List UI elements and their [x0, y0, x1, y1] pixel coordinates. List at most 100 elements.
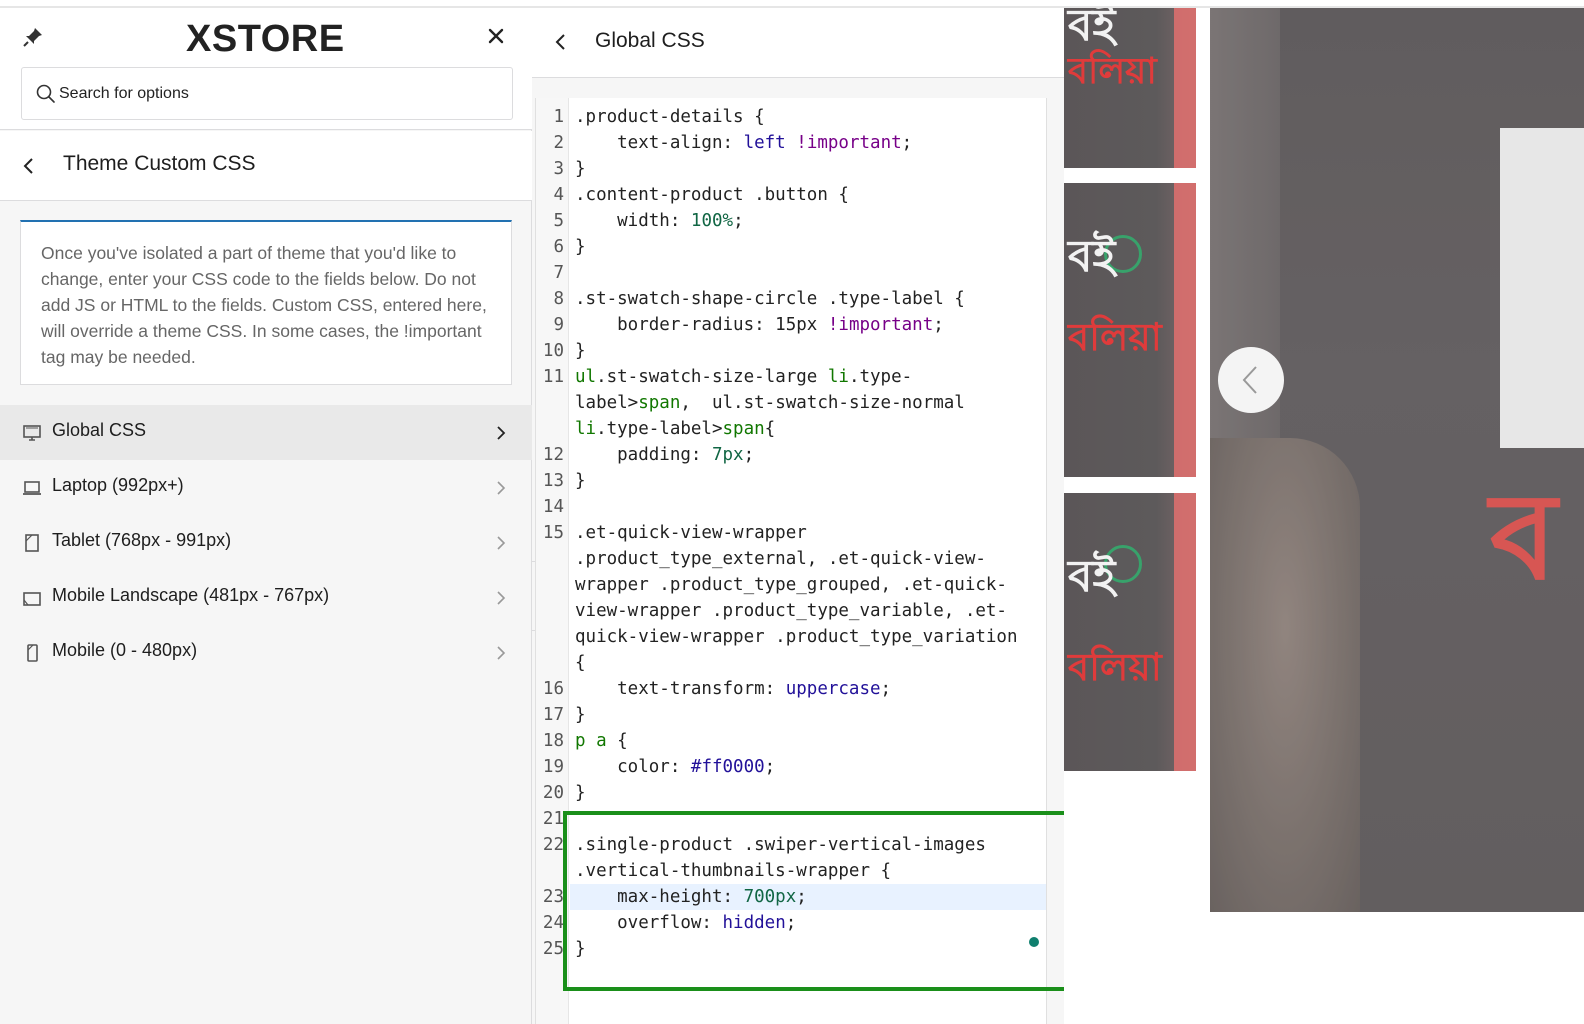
- chevron-left-icon: [1242, 366, 1257, 394]
- menu-item-label: Tablet (768px - 991px): [52, 530, 232, 550]
- back-arrow-icon[interactable]: [18, 155, 40, 177]
- editor-header: Global CSS: [532, 8, 1064, 78]
- chevron-right-icon: [497, 426, 506, 440]
- menu-item-tablet[interactable]: Tablet (768px - 991px): [0, 515, 532, 570]
- search-input[interactable]: [59, 81, 499, 107]
- section-header: Theme Custom CSS: [0, 131, 532, 201]
- code-text: }: [575, 237, 586, 257]
- line-number: 17: [542, 705, 564, 725]
- line-number: 5: [553, 211, 564, 231]
- line-number: 1: [553, 107, 564, 127]
- line-number: 3: [553, 159, 564, 179]
- editor-title: Global CSS: [595, 29, 705, 52]
- top-border: [0, 0, 1584, 8]
- customizer-sidebar: XSTORE Theme Custom CSS Once you've isol…: [0, 8, 532, 1024]
- line-number: 13: [542, 471, 564, 491]
- line-number: 15: [542, 523, 564, 543]
- tablet-landscape-icon: [23, 592, 41, 606]
- chevron-right-icon: [497, 591, 506, 605]
- line-number: 6: [553, 237, 564, 257]
- line-number: 22: [542, 835, 564, 855]
- pin-icon[interactable]: [22, 26, 44, 48]
- menu-item-mobile-landscape[interactable]: Mobile Landscape (481px - 767px): [0, 570, 532, 625]
- section-description: Once you've isolated a part of theme tha…: [20, 220, 512, 385]
- thumbnail-print: বই: [1068, 551, 1116, 602]
- line-number: 16: [542, 679, 564, 699]
- desktop-icon: [23, 425, 41, 441]
- line-number: 4: [553, 185, 564, 205]
- thumbnail-print: বলিয়া: [1068, 51, 1157, 92]
- line-number: 9: [553, 315, 564, 335]
- chevron-right-icon: [497, 481, 506, 495]
- line-number: 11: [542, 367, 564, 387]
- mobile-icon: [27, 644, 38, 662]
- code-text: }: [575, 471, 586, 491]
- gallery-prev-button[interactable]: [1218, 347, 1284, 413]
- line-number: 23: [542, 887, 564, 907]
- code-text: width: 100%;: [575, 211, 744, 231]
- line-number: 20: [542, 783, 564, 803]
- xstore-logo: XSTORE: [186, 18, 345, 60]
- line-number: 2: [553, 133, 564, 153]
- code-text: color: #ff0000;: [575, 757, 776, 777]
- chevron-right-icon: [497, 646, 506, 660]
- menu-item-laptop[interactable]: Laptop (992px+): [0, 460, 532, 515]
- search-box: [21, 67, 513, 120]
- menu-item-global-css[interactable]: Global CSS: [0, 405, 532, 460]
- line-number: 12: [542, 445, 564, 465]
- menu-item-label: Mobile (0 - 480px): [52, 640, 198, 660]
- code-text: padding: 7px;: [575, 445, 755, 465]
- thumbnail-print: বই: [1068, 8, 1116, 51]
- code-text: {: [575, 653, 586, 673]
- code-text: quick-view-wrapper .product_type_variati…: [575, 627, 1018, 647]
- menu-item-label: Mobile Landscape (481px - 767px): [52, 585, 330, 605]
- code-text: .product-details {: [575, 107, 765, 127]
- line-number: 21: [542, 809, 564, 829]
- tablet-icon: [25, 534, 39, 552]
- code-text: }: [575, 341, 586, 361]
- code-text: text-align: left !important;: [575, 133, 913, 153]
- menu-item-label: Global CSS: [52, 420, 147, 440]
- code-text: .content-product .button {: [575, 185, 849, 205]
- section-title: Theme Custom CSS: [63, 152, 256, 175]
- product-thumbnail[interactable]: বই বলিয়া: [1064, 493, 1196, 771]
- thumbnail-print: বলিয়া: [1068, 645, 1162, 689]
- code-text: }: [575, 783, 586, 803]
- code-text: label>span, ul.st-swatch-size-normal: [575, 393, 965, 413]
- status-dot: [1029, 937, 1039, 947]
- thumbnail-print: বই: [1068, 231, 1116, 282]
- highlight-annotation: [563, 811, 1081, 991]
- code-text: p a {: [575, 731, 628, 751]
- code-text: .et-quick-view-wrapper: [575, 523, 807, 543]
- code-text: border-radius: 15px !important;: [575, 315, 944, 335]
- back-arrow-icon[interactable]: [550, 31, 572, 53]
- line-number: 10: [542, 341, 564, 361]
- code-text: .st-swatch-shape-circle .type-label {: [575, 289, 965, 309]
- line-number: 8: [553, 289, 564, 309]
- line-number: 14: [542, 497, 564, 517]
- laptop-icon: [23, 481, 41, 495]
- device-menu: Global CSS Laptop (992px+) Tablet (768px…: [0, 405, 532, 680]
- code-text: }: [575, 705, 586, 725]
- line-number: 24: [542, 913, 564, 933]
- site-preview: বই বলিয়া বই বলিয়া বই বলিয়া ব: [1064, 8, 1584, 1024]
- line-number: 19: [542, 757, 564, 777]
- product-thumbnail[interactable]: বই বলিয়া: [1064, 8, 1196, 168]
- product-thumbnail[interactable]: বই বলিয়া: [1064, 183, 1196, 477]
- code-text: view-wrapper .product_type_variable, .et…: [575, 601, 1007, 621]
- line-number: 18: [542, 731, 564, 751]
- code-text: wrapper .product_type_grouped, .et-quick…: [575, 575, 1007, 595]
- search-icon: [36, 84, 55, 103]
- menu-item-mobile[interactable]: Mobile (0 - 480px): [0, 625, 532, 680]
- close-icon[interactable]: [484, 24, 508, 48]
- chevron-right-icon: [497, 536, 506, 550]
- code-text: .product_type_external, .et-quick-view-: [575, 549, 986, 569]
- brand-bar: XSTORE: [0, 8, 532, 130]
- menu-item-label: Laptop (992px+): [52, 475, 184, 495]
- code-text: text-transform: uppercase;: [575, 679, 892, 699]
- code-text: li.type-label>span{: [575, 419, 776, 439]
- main-product-image: ব: [1210, 8, 1584, 912]
- line-number: 7: [553, 263, 564, 283]
- line-number: 25: [542, 939, 564, 959]
- thumbnail-print: বলিয়া: [1068, 315, 1162, 359]
